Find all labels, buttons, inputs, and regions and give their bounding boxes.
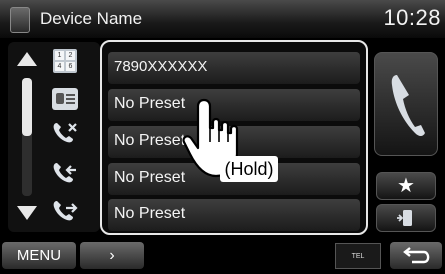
back-arrow-icon (403, 247, 430, 264)
incoming-calls-button[interactable] (48, 158, 82, 188)
preset-star-button[interactable]: ★ (376, 172, 436, 200)
incoming-call-icon (53, 163, 76, 183)
outgoing-calls-button[interactable] (48, 196, 82, 226)
phone-handset-icon (391, 75, 425, 136)
star-icon: ★ (397, 175, 415, 197)
outgoing-call-icon (53, 201, 78, 221)
preset-label: 7890XXXXXX (114, 58, 208, 75)
device-name-title: Device Name (40, 9, 143, 28)
transfer-button[interactable] (376, 204, 436, 232)
device-phone-icon (10, 7, 30, 33)
scroll-down-icon[interactable] (17, 206, 37, 220)
missed-calls-button[interactable] (48, 118, 82, 148)
signal-status: TEL (335, 243, 381, 269)
call-button[interactable] (374, 52, 438, 156)
transfer-icon (397, 210, 412, 226)
preset-label: No Preset (114, 132, 186, 149)
preset-label: No Preset (114, 169, 186, 186)
keypad-button[interactable]: 1 2 4 6 (48, 46, 82, 76)
keypad-icon: 1 2 4 6 (53, 49, 77, 73)
next-button[interactable]: › (80, 242, 144, 269)
phonebook-icon (52, 88, 78, 110)
missed-call-icon (53, 123, 77, 143)
menu-button[interactable]: MENU (2, 242, 76, 269)
keypad-digit: 4 (55, 62, 64, 71)
phonebook-button[interactable] (48, 84, 82, 114)
keypad-digit: 2 (66, 51, 75, 60)
keypad-digit: 1 (55, 51, 64, 60)
preset-label: No Preset (114, 205, 186, 222)
scroll-up-icon[interactable] (17, 52, 37, 66)
keypad-digit: 6 (66, 62, 75, 71)
scrollbar-thumb[interactable] (22, 78, 32, 136)
clock: 10:28 (383, 5, 441, 30)
back-button[interactable] (390, 242, 442, 269)
preset-label: No Preset (114, 95, 186, 112)
hold-callout: (Hold) (220, 156, 278, 182)
